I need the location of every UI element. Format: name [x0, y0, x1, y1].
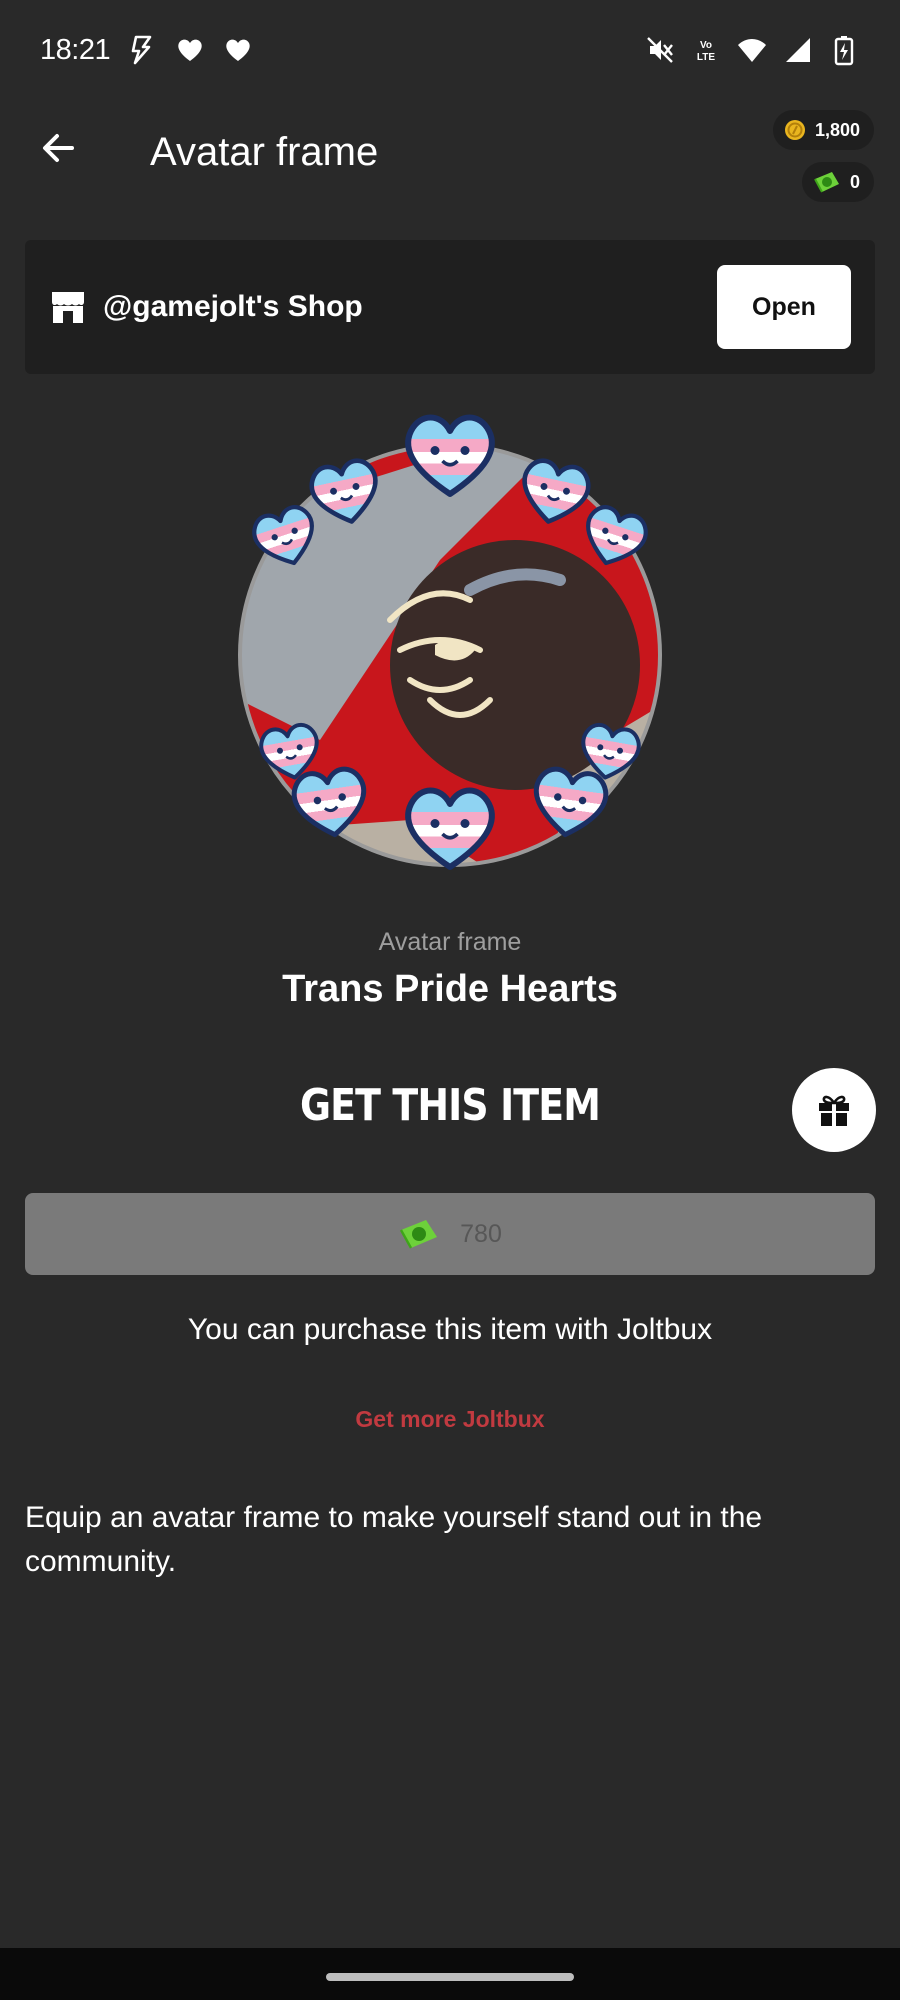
- avatar-frame-preview: [238, 400, 662, 900]
- back-button[interactable]: [30, 120, 86, 176]
- joltbux-icon: [400, 1220, 438, 1249]
- get-item-heading: GET THIS ITEM: [299, 1080, 601, 1131]
- price-value: 780: [460, 1219, 502, 1248]
- gift-icon: [819, 1095, 849, 1126]
- status-bar: 18:21 Vo LTE: [0, 0, 900, 100]
- store-icon: [52, 292, 84, 323]
- volte-icon: Vo LTE: [690, 34, 722, 66]
- coin-icon: [784, 120, 805, 140]
- purchase-note: You can purchase this item with Joltbux: [187, 1313, 713, 1346]
- shop-card: @gamejolt's Shop Open: [25, 240, 875, 374]
- status-time: 18:21: [40, 33, 111, 66]
- bolt-icon: [126, 34, 158, 66]
- joltbux-icon: [814, 172, 839, 193]
- item-type-label: Avatar frame: [378, 928, 522, 956]
- battery-icon: [828, 34, 860, 66]
- status-right: Vo LTE: [644, 34, 860, 66]
- status-left: 18:21: [40, 34, 254, 67]
- app-bar: Avatar frame: [0, 100, 900, 216]
- page-title: Avatar frame: [150, 130, 379, 174]
- item-description: Equip an avatar frame to make yourself s…: [25, 1501, 763, 1578]
- heart-icon: [222, 34, 254, 66]
- purchase-button[interactable]: 780: [25, 1193, 875, 1275]
- arrow-left-icon: [43, 134, 74, 162]
- item-name: Trans Pride Hearts: [282, 968, 618, 1010]
- joltbux-balance[interactable]: 0: [801, 162, 874, 202]
- home-indicator[interactable]: [326, 1973, 574, 1981]
- open-shop-button[interactable]: Open: [717, 265, 851, 349]
- wifi-icon: [736, 34, 768, 66]
- shop-name: @gamejolt's Shop: [103, 290, 363, 323]
- coin-balance[interactable]: 1,800: [772, 110, 874, 150]
- coin-balance-value: 1,800: [814, 119, 860, 140]
- signal-icon: [782, 34, 814, 66]
- gift-button[interactable]: [792, 1068, 876, 1152]
- heart-icon: [174, 34, 206, 66]
- joltbux-balance-value: 0: [849, 171, 860, 192]
- svg-text:LTE: LTE: [697, 52, 715, 63]
- get-more-joltbux-link[interactable]: Get more Joltbux: [0, 1406, 900, 1433]
- mute-icon: [644, 34, 676, 66]
- svg-text:Vo: Vo: [700, 40, 712, 51]
